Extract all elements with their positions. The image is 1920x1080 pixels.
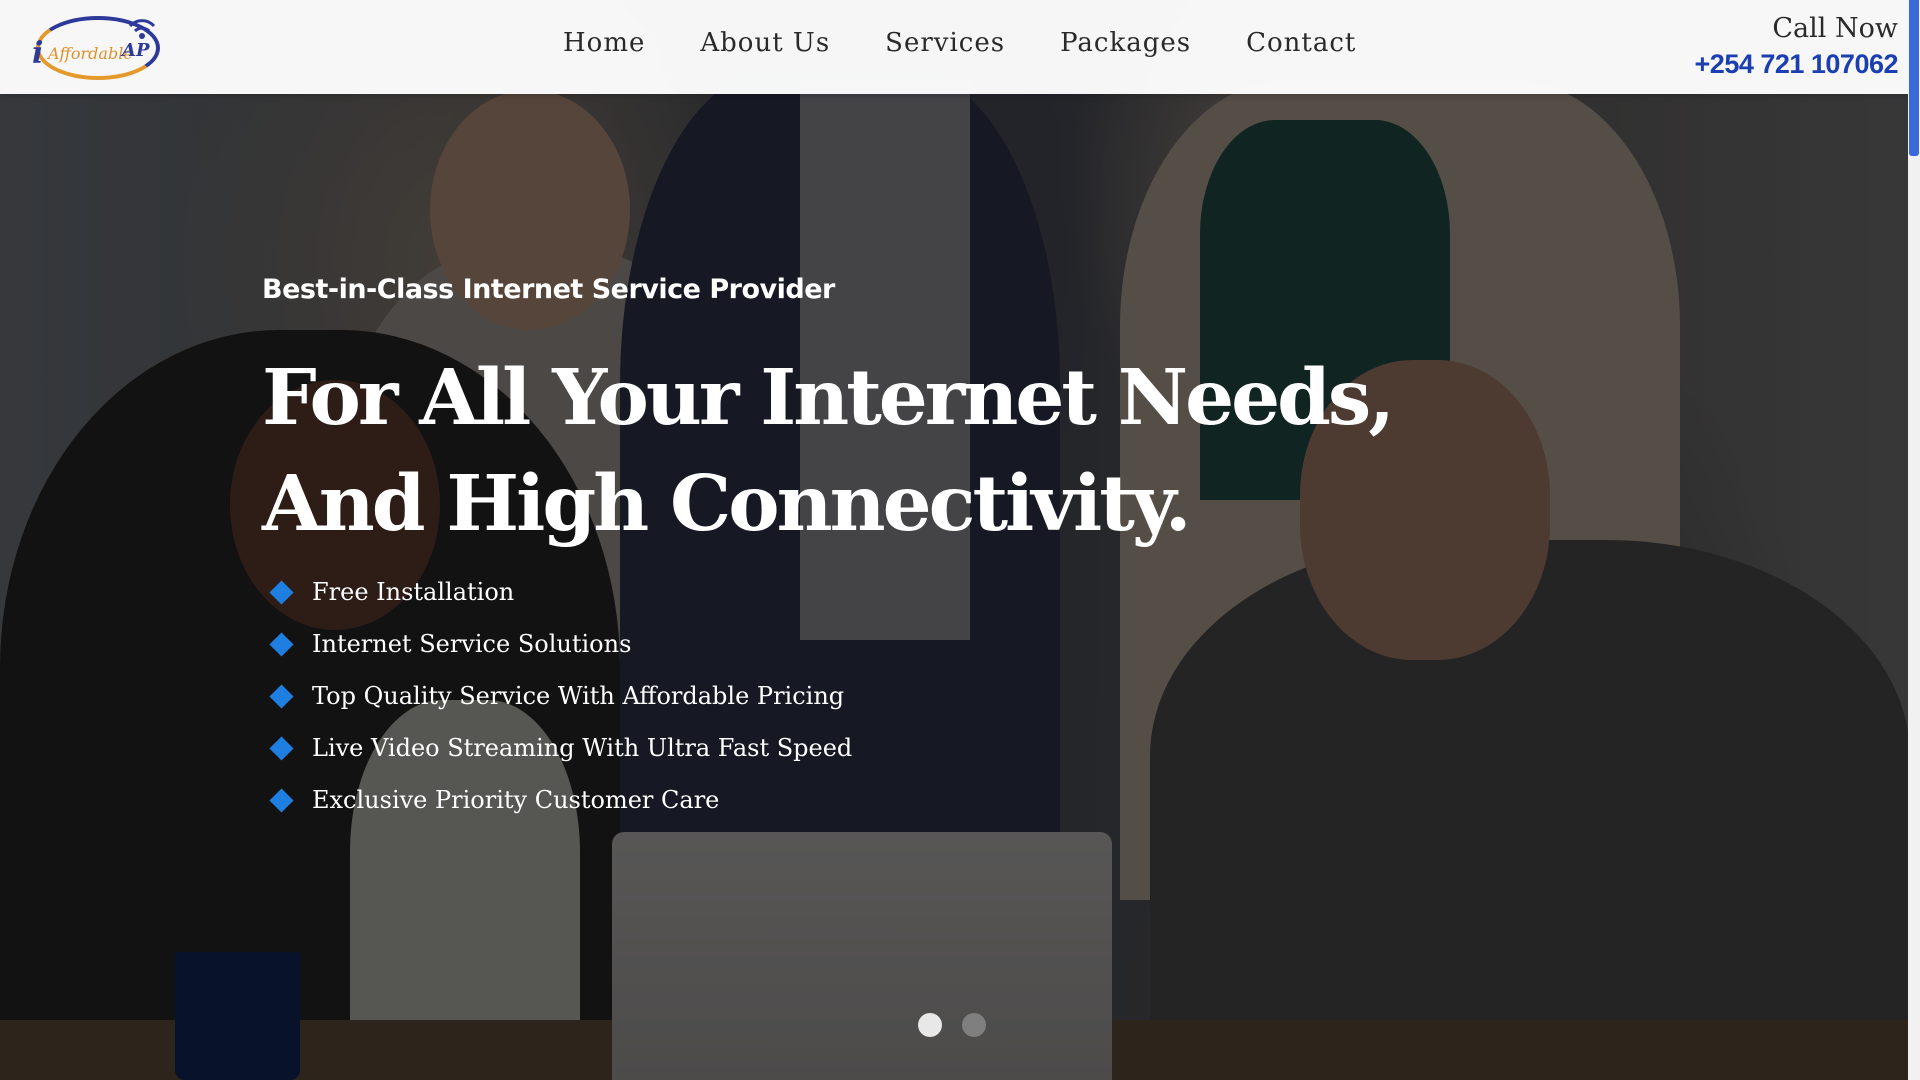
nav-contact[interactable]: Contact [1246,28,1356,58]
hero-headline-line-2: And High Connectivity. [262,459,1192,549]
diamond-bullet-icon [269,787,294,813]
main-nav: Home About Us Services Packages Contact [563,28,1411,58]
feature-text: Live Video Streaming With Ultra Fast Spe… [312,734,853,762]
feature-item: Internet Service Solutions [269,618,852,670]
site-header: i Affordable AP Home About Us Services P… [0,0,1908,94]
page-scrollbar[interactable] [1908,0,1920,1080]
diamond-bullet-icon [269,683,294,709]
feature-item: Live Video Streaming With Ultra Fast Spe… [269,722,853,774]
slider-pagination [918,1013,986,1037]
feature-item: Top Quality Service With Affordable Pric… [269,670,852,722]
logo-letter-i: i [32,36,44,71]
scrollbar-thumb[interactable] [1909,0,1919,156]
feature-item: Free Installation [269,566,852,618]
feature-item: Exclusive Priority Customer Care [269,774,852,826]
hero-headline-line-1: For All Your Internet Needs, [262,353,1395,443]
feature-text: Free Installation [312,578,515,606]
call-now-label: Call Now [1772,13,1898,44]
slide-dot-2[interactable] [962,1013,986,1037]
nav-services[interactable]: Services [885,28,1005,58]
nav-home[interactable]: Home [563,28,645,58]
diamond-bullet-icon [269,735,294,761]
feature-text: Exclusive Priority Customer Care [312,786,720,814]
hero-eyebrow: Best-in-Class Internet Service Provider [262,274,835,305]
logo-wordmark: Affordable [48,44,133,63]
brand-logo[interactable]: i Affordable AP [30,10,162,84]
feature-text: Top Quality Service With Affordable Pric… [312,682,845,710]
phone-number-link[interactable]: +254 721 107062 [1695,46,1899,82]
slide-dot-1[interactable] [918,1013,942,1037]
call-now-block: Call Now +254 721 107062 [1695,12,1899,82]
diamond-bullet-icon [269,579,294,605]
nav-about-us[interactable]: About Us [700,28,830,58]
feature-text: Internet Service Solutions [312,630,632,658]
diamond-bullet-icon [269,631,294,657]
logo-ap: AP [122,40,150,61]
hero-headline: For All Your Internet Needs, And High Co… [262,345,1395,557]
nav-packages[interactable]: Packages [1060,28,1191,58]
feature-list: Free Installation Internet Service Solut… [269,566,853,826]
wifi-icon [128,19,156,39]
